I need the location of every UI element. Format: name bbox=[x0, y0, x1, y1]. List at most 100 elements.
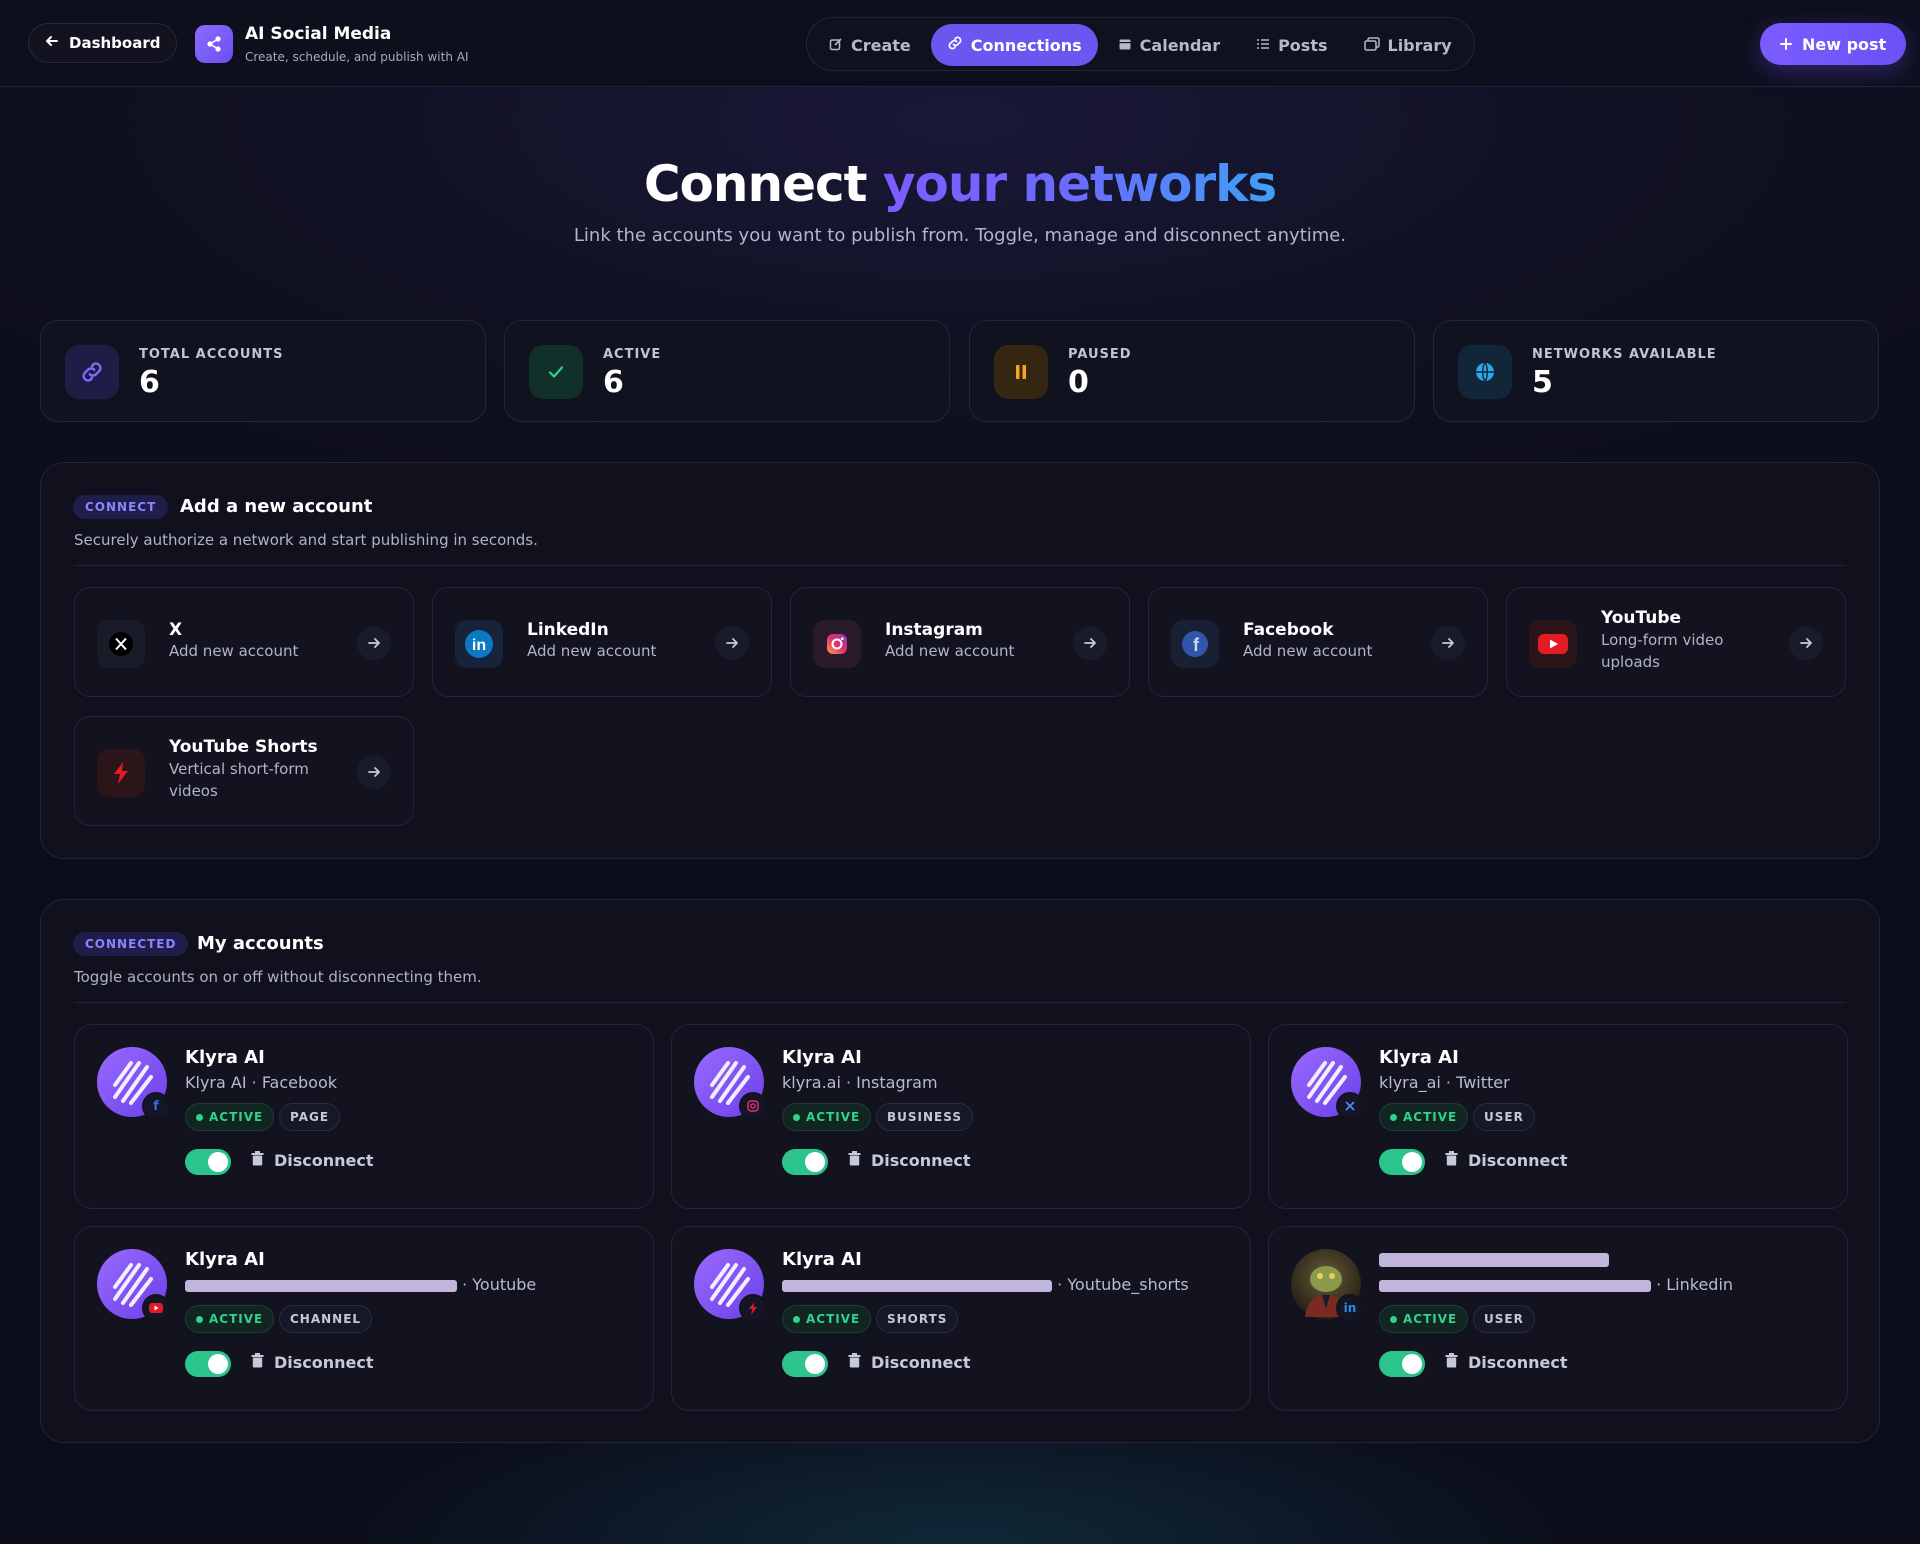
tab-connections[interactable]: Connections bbox=[930, 24, 1098, 66]
account-handle: · Youtube bbox=[185, 1275, 536, 1294]
facebook-icon: f bbox=[142, 1092, 170, 1120]
status-dot bbox=[196, 1113, 203, 1121]
disconnect-button[interactable]: Disconnect bbox=[848, 1151, 971, 1170]
connect-badge: CONNECT bbox=[73, 495, 169, 519]
account-handle: klyra.ai · Instagram bbox=[782, 1073, 938, 1092]
new-post-button[interactable]: New post bbox=[1760, 23, 1907, 65]
status-badge: ACTIVE bbox=[782, 1305, 872, 1333]
stat-paused: PAUSED 0 bbox=[969, 320, 1415, 422]
toggle-knob bbox=[805, 1152, 825, 1172]
network-name: YouTube Shorts bbox=[169, 737, 318, 757]
account-card: Klyra AI klyra.ai · Instagram ACTIVE BUS… bbox=[671, 1024, 1251, 1209]
network-text: Youtube_shorts bbox=[1067, 1275, 1189, 1294]
status-text: ACTIVE bbox=[806, 1110, 861, 1124]
status-dot bbox=[793, 1113, 800, 1121]
brand-title: AI Social Media bbox=[245, 24, 392, 44]
network-card-facebook[interactable]: f Facebook Add new account bbox=[1148, 587, 1488, 697]
status-dot bbox=[793, 1315, 800, 1323]
disconnect-label: Disconnect bbox=[871, 1353, 971, 1372]
network-name: YouTube bbox=[1601, 608, 1682, 628]
connect-panel: CONNECT Add a new account Securely autho… bbox=[40, 462, 1880, 859]
stat-value: 6 bbox=[603, 365, 624, 400]
type-badge: USER bbox=[1473, 1103, 1535, 1131]
back-to-dashboard-button[interactable]: Dashboard bbox=[28, 23, 178, 63]
account-name: Klyra AI bbox=[185, 1047, 265, 1068]
account-name: Klyra AI bbox=[185, 1249, 265, 1270]
instagram-icon bbox=[813, 620, 861, 668]
avatar: in bbox=[1291, 1249, 1364, 1322]
type-badge: CHANNEL bbox=[279, 1305, 373, 1333]
account-toggle[interactable] bbox=[782, 1149, 828, 1175]
list-icon bbox=[1256, 36, 1270, 55]
svg-text:f: f bbox=[1193, 635, 1200, 655]
tab-library[interactable]: Library bbox=[1348, 24, 1468, 66]
stat-value: 5 bbox=[1532, 365, 1553, 400]
avatar: f bbox=[97, 1047, 170, 1120]
tab-calendar[interactable]: Calendar bbox=[1102, 24, 1236, 66]
network-card-youtube-shorts[interactable]: YouTube Shorts Vertical short-form video… bbox=[74, 716, 414, 826]
stat-networks-available: NETWORKS AVAILABLE 5 bbox=[1433, 320, 1879, 422]
network-text: Instagram bbox=[856, 1073, 938, 1092]
disconnect-button[interactable]: Disconnect bbox=[1445, 1151, 1568, 1170]
disconnect-label: Disconnect bbox=[871, 1151, 971, 1170]
status-text: ACTIVE bbox=[209, 1312, 264, 1326]
redacted-handle bbox=[185, 1279, 457, 1292]
connected-badge: CONNECTED bbox=[73, 932, 189, 956]
disconnect-button[interactable]: Disconnect bbox=[251, 1151, 374, 1170]
redacted-name bbox=[1379, 1253, 1609, 1267]
account-toggle[interactable] bbox=[1379, 1351, 1425, 1377]
type-badge: SHORTS bbox=[876, 1305, 959, 1333]
trash-icon bbox=[251, 1151, 264, 1170]
tab-posts[interactable]: Posts bbox=[1240, 24, 1343, 66]
stat-value: 6 bbox=[139, 365, 160, 400]
tab-create[interactable]: Create bbox=[813, 24, 927, 66]
youtube-icon bbox=[142, 1294, 170, 1322]
network-text: Facebook bbox=[261, 1073, 337, 1092]
disconnect-button[interactable]: Disconnect bbox=[251, 1353, 374, 1372]
network-card-youtube[interactable]: YouTube Long-form video uploads bbox=[1506, 587, 1846, 697]
handle-text: klyra.ai bbox=[782, 1073, 841, 1092]
linkedin-icon: in bbox=[455, 620, 503, 668]
calendar-icon bbox=[1118, 36, 1132, 55]
connect-panel-subtitle: Securely authorize a network and start p… bbox=[74, 531, 538, 549]
status-badge: ACTIVE bbox=[185, 1305, 275, 1333]
status-text: ACTIVE bbox=[209, 1110, 264, 1124]
stat-value: 0 bbox=[1068, 365, 1089, 400]
status-badge: ACTIVE bbox=[1379, 1305, 1469, 1333]
avatar bbox=[694, 1047, 767, 1120]
divider bbox=[74, 1002, 1846, 1003]
network-text: Linkedin bbox=[1666, 1275, 1734, 1294]
arrow-right-icon bbox=[1431, 626, 1465, 660]
network-card-instagram[interactable]: Instagram Add new account bbox=[790, 587, 1130, 697]
stat-label: TOTAL ACCOUNTS bbox=[139, 347, 284, 362]
disconnect-button[interactable]: Disconnect bbox=[848, 1353, 971, 1372]
account-toggle[interactable] bbox=[185, 1149, 231, 1175]
trash-icon bbox=[1445, 1353, 1458, 1372]
network-desc: Add new account bbox=[1243, 642, 1373, 660]
title-plain: Connect bbox=[643, 155, 868, 213]
status-dot bbox=[196, 1315, 203, 1323]
shorts-icon bbox=[739, 1294, 767, 1322]
account-toggle[interactable] bbox=[782, 1351, 828, 1377]
status-dot bbox=[1390, 1315, 1397, 1323]
account-name: Klyra AI bbox=[1379, 1047, 1459, 1068]
network-desc: Long-form video uploads bbox=[1601, 631, 1724, 671]
trash-icon bbox=[1445, 1151, 1458, 1170]
disconnect-button[interactable]: Disconnect bbox=[1445, 1353, 1568, 1372]
account-handle: · Youtube_shorts bbox=[782, 1275, 1189, 1294]
arrow-right-icon bbox=[357, 755, 391, 789]
facebook-icon: f bbox=[1171, 620, 1219, 668]
accounts-panel-title: My accounts bbox=[197, 933, 324, 954]
handle-text: Klyra AI bbox=[185, 1073, 247, 1092]
account-toggle[interactable] bbox=[185, 1351, 231, 1377]
account-toggle[interactable] bbox=[1379, 1149, 1425, 1175]
account-name bbox=[1379, 1249, 1609, 1270]
trash-icon bbox=[251, 1353, 264, 1372]
status-badge: ACTIVE bbox=[782, 1103, 872, 1131]
disconnect-label: Disconnect bbox=[274, 1151, 374, 1170]
network-card-linkedin[interactable]: in LinkedIn Add new account bbox=[432, 587, 772, 697]
network-card-x[interactable]: X Add new account bbox=[74, 587, 414, 697]
top-bar: Dashboard AI Social Media Create, schedu… bbox=[0, 0, 1920, 87]
connect-panel-title: Add a new account bbox=[180, 496, 373, 517]
status-text: ACTIVE bbox=[806, 1312, 861, 1326]
